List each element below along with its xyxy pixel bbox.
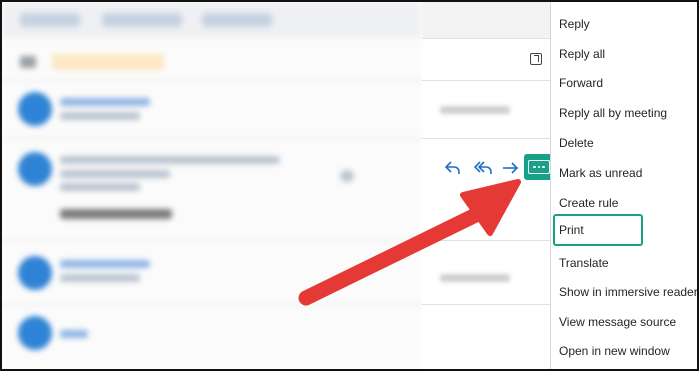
reply-all-icon[interactable] <box>472 159 494 177</box>
reply-icon[interactable] <box>442 159 464 177</box>
forward-icon[interactable] <box>500 159 522 177</box>
reading-pane-header <box>422 2 552 369</box>
menu-item-forward[interactable]: Forward <box>551 68 697 98</box>
avatar <box>18 152 52 186</box>
menu-item-translate[interactable]: Translate <box>551 248 697 278</box>
blurred-reading-pane <box>2 2 422 369</box>
more-actions-icon <box>528 160 550 174</box>
menu-item-view-message-source[interactable]: View message source <box>551 307 697 337</box>
avatar <box>18 92 52 126</box>
menu-item-open-in-new-window[interactable]: Open in new window <box>551 336 697 366</box>
more-actions-menu: Reply Reply all Forward Reply all by mee… <box>550 2 697 369</box>
menu-item-delete[interactable]: Delete <box>551 128 697 158</box>
menu-item-reply[interactable]: Reply <box>551 9 697 39</box>
menu-item-reply-all-by-meeting[interactable]: Reply all by meeting <box>551 98 697 128</box>
open-in-new-window-icon[interactable] <box>530 53 542 65</box>
avatar <box>18 316 52 350</box>
avatar <box>18 256 52 290</box>
menu-item-print[interactable]: Print <box>553 214 643 246</box>
screenshot-frame: Reply Reply all Forward Reply all by mee… <box>0 0 699 371</box>
blurred-toolbar <box>2 2 422 38</box>
menu-item-reply-all[interactable]: Reply all <box>551 39 697 69</box>
menu-item-show-in-immersive-reader[interactable]: Show in immersive reader <box>551 277 697 307</box>
menu-item-mark-as-unread[interactable]: Mark as unread <box>551 158 697 188</box>
